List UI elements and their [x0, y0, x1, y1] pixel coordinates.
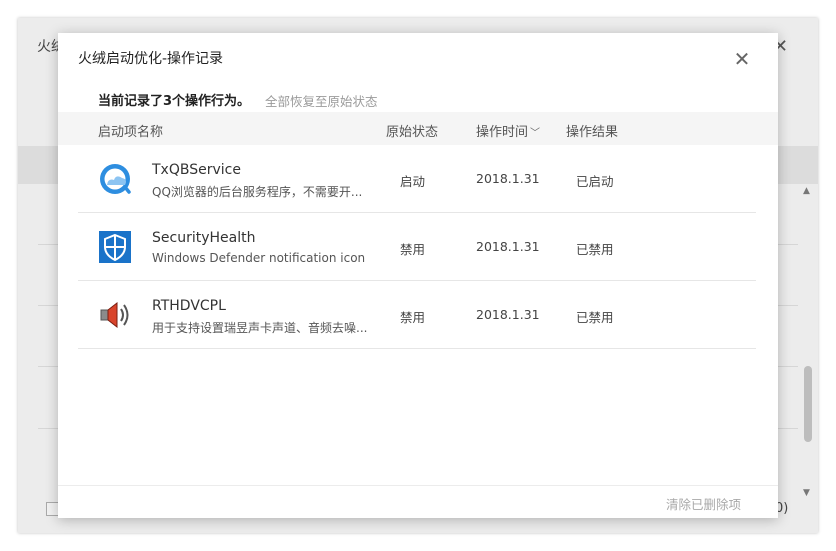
- speaker-icon: [98, 298, 132, 332]
- startup-item-description: 用于支持设置瑞昱声卡声道、音频去噪...: [152, 321, 368, 335]
- operation-time: 2018.1.31: [476, 171, 540, 186]
- close-icon[interactable]: ✕: [731, 48, 753, 70]
- operation-time: 2018.1.31: [476, 307, 540, 322]
- original-state: 启动: [400, 174, 426, 189]
- footer-divider: [58, 485, 778, 486]
- operation-result: 已禁用: [576, 310, 614, 325]
- dialog-title: 火绒启动优化-操作记录: [78, 51, 224, 67]
- startup-item-description: QQ浏览器的后台服务程序，不需要开...: [152, 185, 363, 199]
- record-summary: 当前记录了3个操作行为。: [98, 94, 251, 109]
- column-header-name: 启动项名称: [98, 125, 164, 140]
- scrollbar-thumb[interactable]: [804, 366, 812, 442]
- windows-defender-shield-icon: [98, 230, 132, 264]
- background-scrollbar[interactable]: ▲ ▼: [803, 186, 812, 498]
- startup-item-name: RTHDVCPL: [152, 298, 226, 314]
- original-state: 禁用: [400, 310, 426, 325]
- operation-log-dialog: 火绒启动优化-操作记录 ✕ 当前记录了3个操作行为。 全部恢复至原始状态 启动项…: [58, 33, 778, 518]
- operation-time: 2018.1.31: [476, 239, 540, 254]
- startup-item-description: Windows Defender notification icon: [152, 251, 366, 265]
- table-row[interactable]: SecurityHealth Windows Defender notifica…: [78, 213, 756, 281]
- restore-all-link[interactable]: 全部恢复至原始状态: [265, 91, 378, 110]
- column-header-original-state: 原始状态: [386, 125, 439, 140]
- table-header: 启动项名称 原始状态 操作时间 ﹀ 操作结果: [58, 112, 778, 145]
- startup-item-name: TxQBService: [152, 162, 241, 178]
- column-header-operation-time[interactable]: 操作时间 ﹀: [476, 121, 540, 140]
- table-row[interactable]: TxQBService QQ浏览器的后台服务程序，不需要开... 启动 2018…: [78, 145, 756, 213]
- operation-result: 已启动: [576, 174, 614, 189]
- column-header-result: 操作结果: [566, 125, 619, 140]
- column-header-operation-time-label: 操作时间: [476, 125, 529, 140]
- table-row[interactable]: RTHDVCPL 用于支持设置瑞昱声卡声道、音频去噪... 禁用 2018.1.…: [78, 281, 756, 349]
- startup-item-name: SecurityHealth: [152, 230, 256, 246]
- chevron-down-icon[interactable]: ﹀: [530, 128, 540, 139]
- scroll-up-arrow-icon[interactable]: ▲: [803, 186, 810, 196]
- scroll-down-arrow-icon[interactable]: ▼: [803, 488, 810, 498]
- qq-browser-icon: [98, 162, 132, 196]
- clear-deleted-button[interactable]: 清除已删除项: [666, 494, 741, 513]
- original-state: 禁用: [400, 242, 426, 257]
- operation-result: 已禁用: [576, 242, 614, 257]
